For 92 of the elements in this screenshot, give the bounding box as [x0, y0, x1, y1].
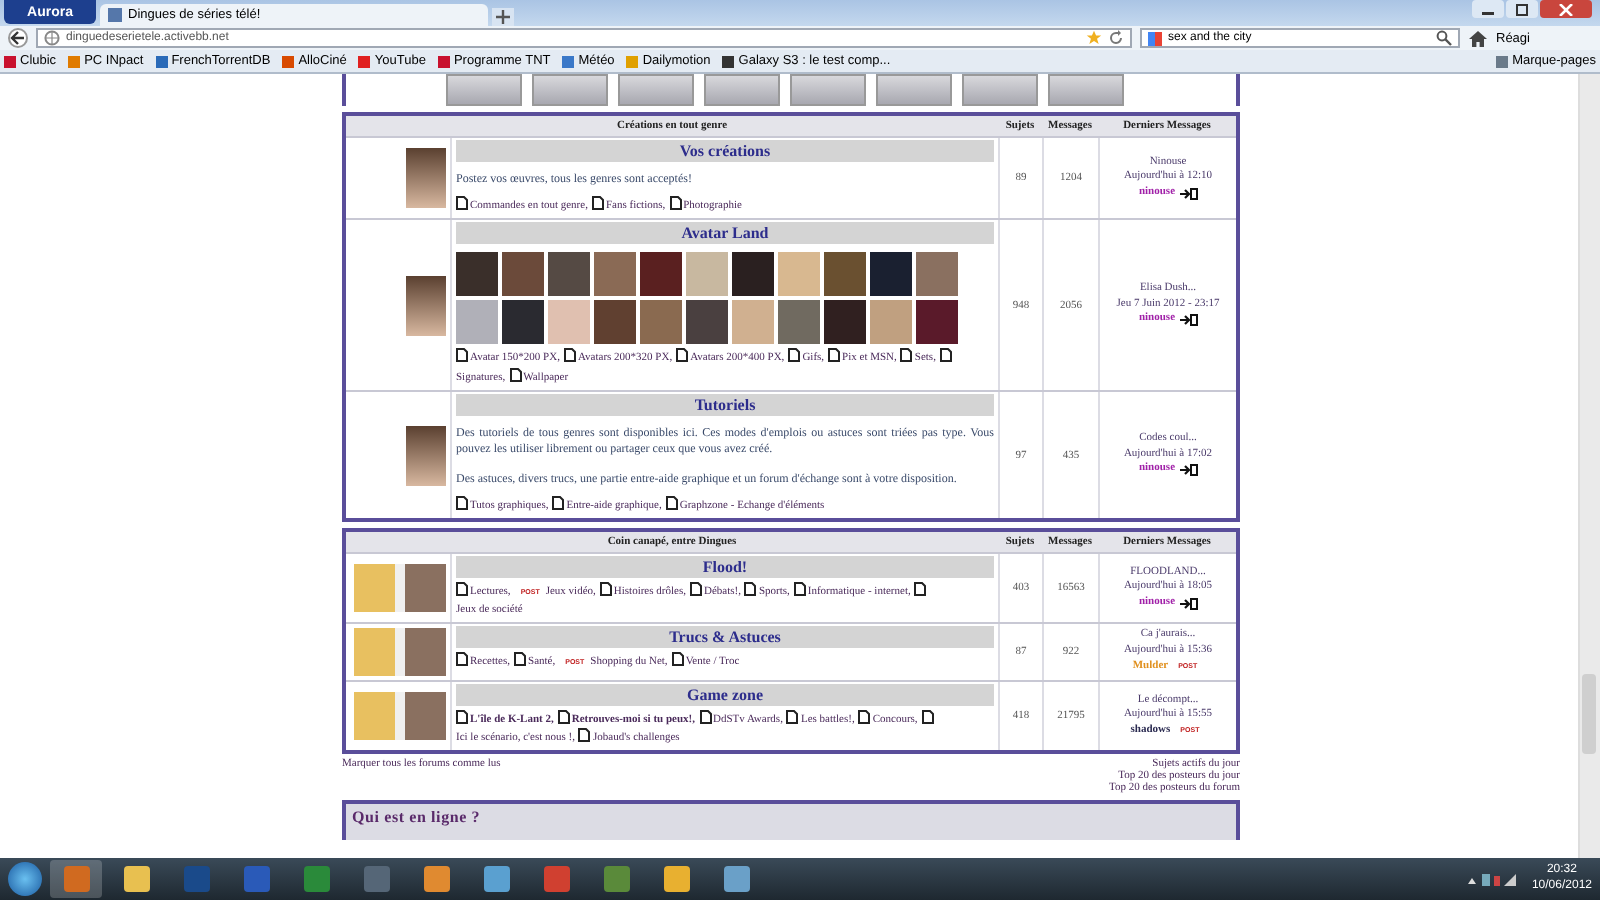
reload-icon[interactable]	[1108, 30, 1124, 46]
photo-placeholder	[594, 252, 636, 297]
page-icon	[744, 582, 757, 597]
page-icon	[456, 582, 468, 597]
page-icon	[858, 709, 871, 724]
page-icon	[939, 348, 952, 363]
photo-placeholder	[406, 275, 446, 336]
scrollbar[interactable]	[1578, 74, 1600, 858]
page-icon	[900, 348, 913, 363]
minimize-button[interactable]	[1472, 0, 1504, 18]
page-icon	[676, 348, 689, 363]
photo-placeholder	[618, 74, 694, 106]
page-icon	[671, 651, 684, 666]
page-icon	[456, 709, 468, 724]
panel-title: Qui est en ligne ?	[352, 808, 481, 827]
photo-placeholder	[778, 252, 820, 297]
page-icon	[456, 196, 468, 211]
tray-icons-drawing[interactable]	[1467, 871, 1516, 887]
photo-placeholder	[732, 252, 774, 297]
page-icon	[788, 348, 801, 363]
page-icon	[921, 709, 934, 724]
go-to-post-icon[interactable]	[1179, 464, 1198, 477]
page-icon	[563, 348, 576, 363]
page-icon	[552, 496, 565, 511]
new-tab-button[interactable]	[492, 8, 514, 26]
close-button[interactable]	[1540, 0, 1592, 18]
photo-placeholder	[548, 300, 590, 345]
page-icon	[669, 196, 682, 211]
photo-placeholder	[686, 300, 728, 345]
photo-placeholder	[406, 148, 446, 209]
go-to-post-icon[interactable]	[1179, 187, 1198, 200]
forum-title-link[interactable]: Tutoriels	[456, 393, 994, 416]
photo-placeholder	[916, 252, 958, 297]
photo-placeholder	[640, 300, 682, 345]
page-icon	[699, 709, 711, 724]
photo-placeholder	[502, 252, 544, 297]
site-favicon-icon	[108, 8, 122, 22]
photo-placeholder	[870, 300, 912, 345]
photo-placeholder	[456, 252, 498, 297]
photo-placeholder	[594, 300, 636, 345]
page-icon	[599, 582, 612, 597]
photo-placeholder	[532, 74, 608, 106]
go-to-post-icon[interactable]	[1179, 314, 1198, 327]
photo-placeholder	[962, 74, 1038, 106]
photo-placeholder	[790, 74, 866, 106]
photo-placeholder	[354, 564, 446, 613]
go-to-post-icon[interactable]	[1179, 597, 1198, 610]
photo-placeholder	[354, 627, 446, 676]
photo-placeholder	[502, 300, 544, 345]
search-icon[interactable]	[1436, 30, 1452, 46]
photo-placeholder	[406, 425, 446, 486]
page-icon	[456, 496, 468, 511]
page-icon	[689, 582, 702, 597]
photo-placeholder	[446, 74, 522, 106]
forum-title-link[interactable]: Game zone	[456, 683, 994, 706]
photo-placeholder	[354, 692, 446, 741]
photo-placeholder	[704, 74, 780, 106]
page-icon	[591, 196, 604, 211]
maximize-button[interactable]	[1506, 0, 1538, 18]
page-icon	[514, 651, 527, 666]
forum-title-link[interactable]: Vos créations	[456, 140, 994, 162]
maximize-icon	[1514, 3, 1530, 15]
search-engine-icon	[1148, 31, 1162, 45]
globe-icon	[44, 30, 60, 46]
forum-title-link[interactable]: Trucs & Astuces	[456, 625, 994, 648]
page-icon	[665, 496, 678, 511]
home-icon[interactable]	[1468, 29, 1488, 47]
page-icon	[793, 582, 806, 597]
star-icon[interactable]	[1086, 30, 1102, 46]
page-icon	[786, 709, 799, 724]
photo-placeholder	[824, 300, 866, 345]
photo-placeholder	[686, 252, 728, 297]
photo-placeholder	[1048, 74, 1124, 106]
photo-placeholder	[456, 300, 498, 345]
photo-placeholder	[548, 252, 590, 297]
back-button[interactable]	[8, 28, 28, 48]
photo-placeholder	[870, 252, 912, 297]
page-icon	[828, 348, 841, 363]
page-icon	[509, 367, 522, 382]
photo-placeholder	[732, 300, 774, 345]
forum-title-link[interactable]: Avatar Land	[456, 222, 994, 245]
page-icon	[456, 348, 468, 363]
photo-placeholder	[916, 300, 958, 345]
start-button[interactable]	[8, 862, 42, 896]
photo-placeholder	[640, 252, 682, 297]
photo-placeholder	[778, 300, 820, 345]
close-icon	[1558, 3, 1574, 15]
photo-placeholder	[824, 252, 866, 297]
page-icon	[456, 651, 468, 666]
photo-placeholder	[876, 74, 952, 106]
forum-title-link[interactable]: Flood!	[456, 556, 994, 579]
page-icon	[914, 582, 927, 597]
